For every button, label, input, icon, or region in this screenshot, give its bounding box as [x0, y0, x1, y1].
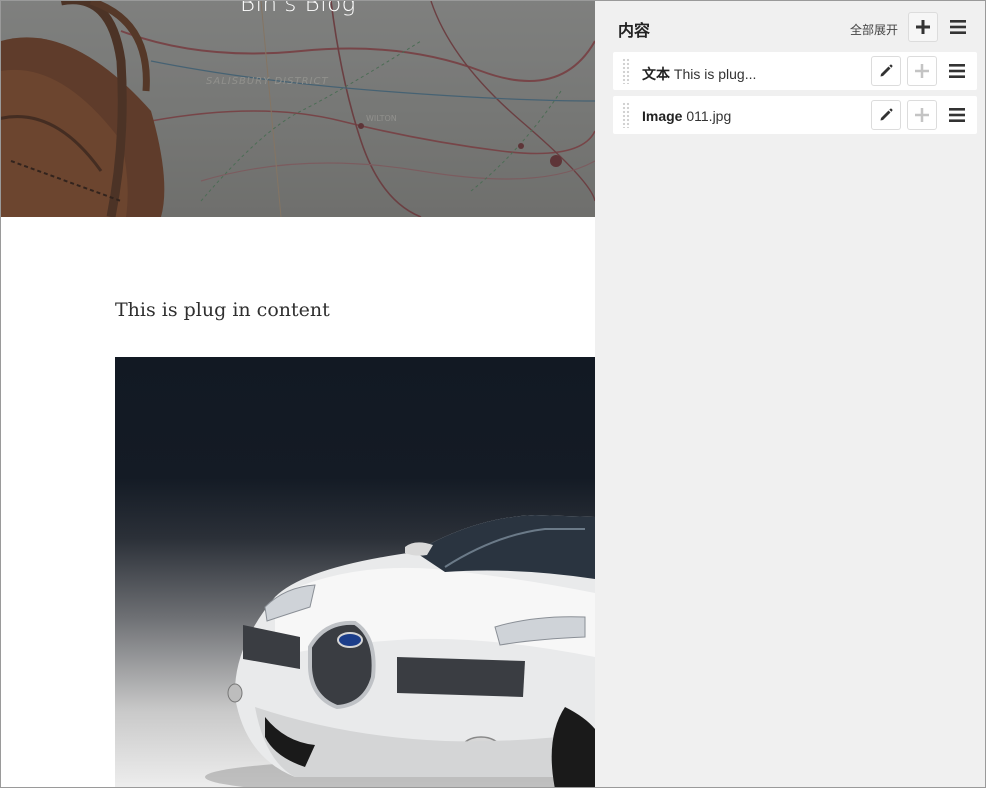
- plus-icon: [915, 64, 929, 78]
- site-preview: SALISBURY DISTRICT WILTON Bin's Blog Thi…: [1, 1, 595, 787]
- edit-plugin-button[interactable]: [871, 56, 901, 86]
- plugin-row-label: 文本 This is plug...: [642, 64, 756, 84]
- pencil-icon: [880, 108, 893, 121]
- pencil-icon: [880, 64, 893, 77]
- plugin-menu-button[interactable]: [942, 56, 972, 86]
- plugin-text-content[interactable]: This is plug in content: [115, 299, 330, 321]
- drag-handle-icon[interactable]: [622, 58, 630, 84]
- panel-menu-button[interactable]: [943, 12, 973, 42]
- car-illustration: [205, 515, 595, 787]
- plugin-summary: This is plug...: [673, 66, 757, 82]
- panel-title: 内容: [618, 23, 651, 40]
- hamburger-menu-icon: [950, 20, 966, 34]
- plugin-image-content[interactable]: [115, 357, 595, 787]
- plugin-row-image[interactable]: Image 011.jpg: [613, 96, 977, 134]
- hero-banner: SALISBURY DISTRICT WILTON Bin's Blog: [1, 1, 595, 217]
- hamburger-menu-icon: [949, 64, 965, 78]
- edit-plugin-button[interactable]: [871, 100, 901, 130]
- plugin-type-label: 文本: [642, 66, 670, 82]
- drag-handle-icon[interactable]: [622, 102, 630, 128]
- plugin-summary: 011.jpg: [686, 108, 732, 124]
- site-title[interactable]: Bin's Blog: [1, 1, 595, 17]
- add-plugin-button[interactable]: [908, 12, 938, 42]
- expand-all-link[interactable]: 全部展开: [850, 21, 898, 38]
- add-child-plugin-button[interactable]: [907, 56, 937, 86]
- plugin-row-label: Image 011.jpg: [642, 108, 731, 124]
- plugin-menu-button[interactable]: [942, 100, 972, 130]
- plus-icon: [916, 20, 930, 34]
- structure-panel: 内容 全部展开 文本 This is plug... Image 011.jpg: [595, 1, 985, 787]
- add-child-plugin-button[interactable]: [907, 100, 937, 130]
- hamburger-menu-icon: [949, 108, 965, 122]
- plugin-row-text[interactable]: 文本 This is plug...: [613, 52, 977, 90]
- plus-icon: [915, 108, 929, 122]
- plugin-type-label: Image: [642, 108, 683, 124]
